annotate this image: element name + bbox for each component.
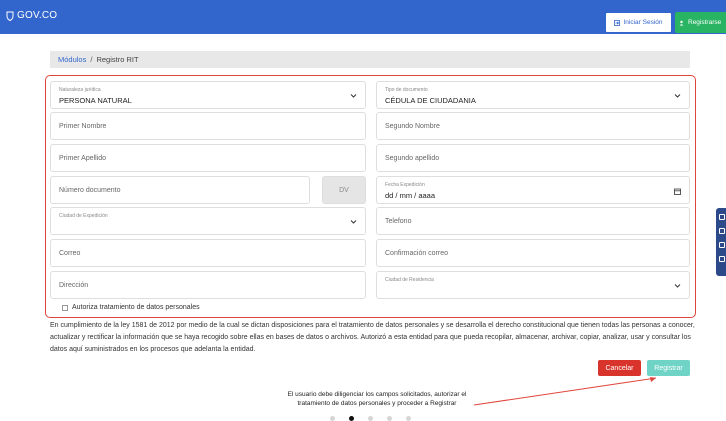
breadcrumb-current: Registro RIT bbox=[96, 55, 139, 64]
dv-placeholder: DV bbox=[339, 187, 349, 194]
chevron-down-icon bbox=[674, 94, 681, 98]
autoriza-checkbox[interactable] bbox=[62, 304, 68, 311]
widget-icon bbox=[719, 242, 725, 248]
chevron-down-icon bbox=[674, 284, 681, 288]
segundo-nombre-placeholder: Segundo Nombre bbox=[385, 123, 440, 130]
dv-field: DV bbox=[322, 176, 366, 204]
register-button[interactable]: Registrar bbox=[647, 360, 690, 376]
register-top-label: Registrarse bbox=[688, 19, 722, 26]
top-navbar: GOV.CO Iniciar Sesión Registrarse bbox=[0, 0, 726, 34]
numero-documento-placeholder: Número documento bbox=[59, 187, 121, 194]
direccion-placeholder: Dirección bbox=[59, 282, 89, 289]
segundo-apellido-field[interactable]: Segundo apellido bbox=[376, 144, 690, 172]
confirmacion-correo-placeholder: Confirmación correo bbox=[385, 250, 449, 257]
login-icon bbox=[614, 19, 621, 26]
register-top-button[interactable]: Registrarse bbox=[675, 12, 726, 33]
logo-text: GOV.CO bbox=[17, 10, 58, 21]
shield-icon bbox=[6, 11, 14, 21]
pagination-dot[interactable] bbox=[330, 416, 335, 421]
fecha-expedicion-label: Fecha Expedición bbox=[385, 182, 425, 188]
pagination-dot[interactable] bbox=[368, 416, 373, 421]
widget-icon bbox=[719, 214, 725, 220]
segundo-nombre-field[interactable]: Segundo Nombre bbox=[376, 112, 690, 140]
tipo-documento-label: Tipo de documento bbox=[385, 87, 428, 93]
naturaleza-label: Naturaleza jurídica bbox=[59, 87, 101, 93]
pagination-dot-active[interactable] bbox=[349, 416, 354, 421]
widget-icon bbox=[719, 228, 725, 234]
pagination-dots bbox=[330, 416, 411, 421]
login-label: Iniciar Sesión bbox=[623, 19, 663, 26]
primer-apellido-placeholder: Primer Apellido bbox=[59, 155, 107, 162]
tipo-documento-select[interactable]: Tipo de documento CÉDULA DE CIUDADANIA bbox=[376, 81, 690, 109]
primer-apellido-field[interactable]: Primer Apellido bbox=[50, 144, 366, 172]
widget-icon bbox=[719, 256, 725, 262]
primer-nombre-field[interactable]: Primer Nombre bbox=[50, 112, 366, 140]
numero-documento-field[interactable]: Número documento bbox=[50, 176, 310, 204]
calendar-icon[interactable] bbox=[674, 188, 681, 195]
correo-field[interactable]: Correo bbox=[50, 239, 366, 267]
breadcrumb-modulos[interactable]: Módulos bbox=[58, 55, 86, 64]
login-button[interactable]: Iniciar Sesión bbox=[605, 12, 672, 33]
user-plus-icon bbox=[679, 20, 684, 25]
correo-placeholder: Correo bbox=[59, 250, 81, 257]
accessibility-widget[interactable] bbox=[716, 208, 726, 276]
annotation-note: El usuario debe diligenciar los campos s… bbox=[254, 390, 500, 408]
pagination-dot[interactable] bbox=[406, 416, 411, 421]
autoriza-checkbox-row[interactable]: Autoriza tratamiento de datos personales bbox=[62, 304, 200, 311]
breadcrumb: Módulos / Registro RIT bbox=[50, 51, 690, 68]
legal-text: En cumplimiento de la ley 1581 de 2012 p… bbox=[50, 322, 695, 353]
ciudad-expedicion-label: Ciudad de Expedición bbox=[59, 213, 108, 219]
annotation-line-2: tratamiento de datos personales y proced… bbox=[297, 400, 457, 407]
naturaleza-value: PERSONA NATURAL bbox=[59, 96, 132, 105]
fecha-expedicion-field[interactable]: Fecha Expedición dd / mm / aaaa bbox=[376, 176, 690, 204]
ciudad-residencia-select[interactable]: Ciudad de Residencia bbox=[376, 271, 690, 299]
segundo-apellido-placeholder: Segundo apellido bbox=[385, 155, 440, 162]
pagination-dot[interactable] bbox=[387, 416, 392, 421]
telefono-field[interactable]: Telefono bbox=[376, 207, 690, 235]
primer-nombre-placeholder: Primer Nombre bbox=[59, 123, 107, 130]
autoriza-label: Autoriza tratamiento de datos personales bbox=[72, 304, 200, 311]
ciudad-residencia-label: Ciudad de Residencia bbox=[385, 277, 434, 283]
chevron-down-icon bbox=[350, 220, 357, 224]
gov-logo[interactable]: GOV.CO bbox=[6, 10, 57, 21]
cancel-button[interactable]: Cancelar bbox=[598, 360, 641, 376]
confirmacion-correo-field[interactable]: Confirmación correo bbox=[376, 239, 690, 267]
chevron-down-icon bbox=[350, 94, 357, 98]
annotation-line-1: El usuario debe diligenciar los campos s… bbox=[287, 391, 467, 398]
ciudad-expedicion-select[interactable]: Ciudad de Expedición bbox=[50, 207, 366, 235]
breadcrumb-separator: / bbox=[90, 55, 93, 64]
naturaleza-select[interactable]: Naturaleza jurídica PERSONA NATURAL bbox=[50, 81, 366, 109]
telefono-placeholder: Telefono bbox=[385, 218, 412, 225]
fecha-expedicion-value: dd / mm / aaaa bbox=[385, 191, 436, 200]
tipo-documento-value: CÉDULA DE CIUDADANIA bbox=[385, 96, 476, 105]
direccion-field[interactable]: Dirección bbox=[50, 271, 366, 299]
